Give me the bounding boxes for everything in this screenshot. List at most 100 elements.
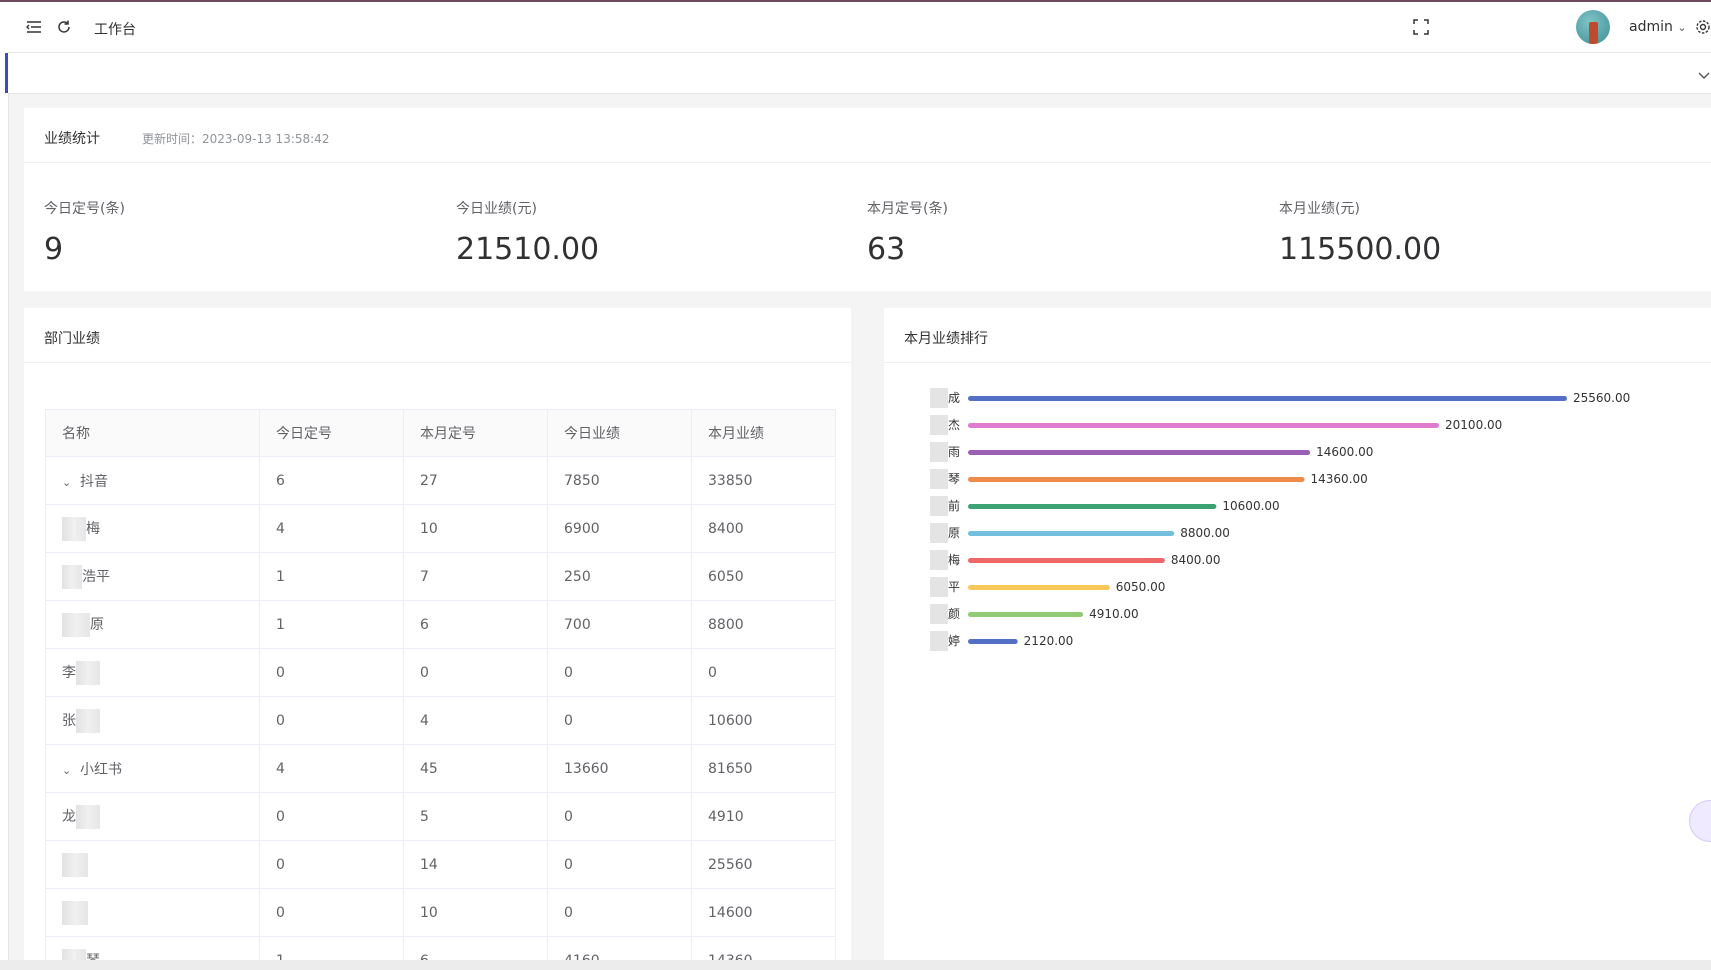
refresh-icon[interactable] [54,17,74,37]
table-row[interactable]: ⌄ 抖音 6 27 7850 33850 [45,456,836,505]
cell: 1 [259,552,404,601]
stat-value: 9 [44,232,64,267]
table-row[interactable]: 0 10 0 14600 [45,888,836,937]
value-label: 14360.00 [1311,472,1368,486]
cell: 0 [547,792,692,841]
cell: 0 [403,648,548,697]
category-label: 颜 [948,606,960,621]
table-row[interactable]: 琴 1 6 4160 14360 [45,936,836,961]
row-name: 琴 [86,953,100,961]
table-row[interactable]: 龙 0 5 0 4910 [45,792,836,841]
cell: 6 [403,936,548,960]
table-row[interactable]: 张 0 4 0 10600 [45,696,836,745]
blurred-name [76,660,100,685]
kpi-title: 业绩统计 [44,131,100,147]
cell: 6 [403,600,548,649]
cell: 0 [547,696,692,745]
table-row[interactable]: 0 14 0 25560 [45,840,836,889]
stat-label: 本月定号(条) [867,201,948,217]
fullscreen-icon[interactable] [1411,17,1431,37]
tags-chevron-down-icon[interactable] [1698,65,1710,84]
gear-icon[interactable] [1693,17,1711,37]
cell: 4910 [691,792,836,841]
row-name: 抖音 [80,473,108,490]
blurred-name [76,708,100,733]
stat-month-orders: 本月定号(条) 63 [867,198,948,267]
cell: 0 [259,840,404,889]
cell: 4 [403,696,548,745]
menu-fold-icon[interactable] [24,17,44,37]
value-label: 8400.00 [1171,553,1221,567]
ranking-card: 本月业绩排行 成 25560.00 杰 20100.00 雨 14600.00 琴 14360… [884,308,1711,960]
page-title: 工作台 [94,22,136,38]
value-label: 2120.00 [1024,634,1074,648]
cell: 0 [259,696,404,745]
table-row[interactable]: 浩平 1 7 250 6050 [45,552,836,601]
cell: 13660 [547,744,692,793]
column-header[interactable]: 本月业绩 [691,409,836,457]
top-header: 工作台 admin ⌄ [8,2,1711,53]
bar[interactable] [968,585,1110,590]
row-name: 浩平 [82,568,110,585]
bar[interactable] [968,531,1175,536]
stat-label: 今日业绩(元) [456,201,537,217]
category-label: 杰 [948,418,960,432]
cell: 6050 [691,552,836,601]
stat-value: 115500.00 [1279,232,1442,267]
username-label: admin [1629,19,1673,35]
bar[interactable] [968,450,1311,455]
cell: 7850 [547,456,692,505]
bottom-status-strip [0,960,1711,970]
cell: 4160 [547,936,692,960]
category-label: 婷 [948,633,960,648]
column-header[interactable]: 本月定号 [403,409,548,457]
bar[interactable] [968,477,1305,482]
cell: 4 [259,744,404,793]
chevron-down-icon[interactable]: ⌄ [62,476,74,489]
row-name: 原 [90,616,104,633]
stat-label: 今日定号(条) [44,201,125,217]
cell: 27 [403,456,548,505]
bar[interactable] [968,639,1018,644]
chevron-down-icon[interactable]: ⌄ [62,764,74,777]
cell: 8800 [691,600,836,649]
bar[interactable] [968,423,1440,428]
bar[interactable] [968,612,1084,617]
blurred-name [62,516,86,541]
row-name: 张 [62,712,76,729]
blurred-name [62,564,82,589]
bar[interactable] [968,396,1567,401]
column-header[interactable]: 名称 [45,409,260,457]
cell: 25560 [691,840,836,889]
table-row[interactable]: ⌄ 小红书 4 45 13660 81650 [45,744,836,793]
cell: 6 [259,456,404,505]
blurred-name [930,523,948,543]
cell: 14360 [691,936,836,960]
ranking-title: 本月业绩排行 [904,331,988,347]
cell: 1 [259,936,404,960]
table-row[interactable]: 梅 4 10 6900 8400 [45,504,836,553]
cell: 7 [403,552,548,601]
category-label: 前 [948,498,960,513]
value-label: 14600.00 [1316,445,1373,459]
table-row[interactable]: 原 1 6 700 8800 [45,600,836,649]
cell: 14 [403,840,548,889]
row-name: 龙 [62,808,76,825]
avatar[interactable] [1576,10,1610,44]
ranking-chart: 成 25560.00 杰 20100.00 雨 14600.00 琴 14360.00 前 106… [930,388,1630,651]
username[interactable]: admin ⌄ [1629,19,1687,35]
cell: 0 [547,840,692,889]
cell: 10 [403,504,548,553]
tags-bar-accent [5,53,8,93]
blurred-name [930,577,948,597]
tags-bar [5,53,1711,94]
value-label: 10600.00 [1222,499,1279,513]
blurred-name [62,900,88,925]
cell: 0 [547,888,692,937]
column-header[interactable]: 今日定号 [259,409,404,457]
column-header[interactable]: 今日业绩 [547,409,692,457]
bar[interactable] [968,504,1217,509]
table-row[interactable]: 李 0 0 0 0 [45,648,836,697]
bar[interactable] [968,558,1165,563]
cell: 250 [547,552,692,601]
